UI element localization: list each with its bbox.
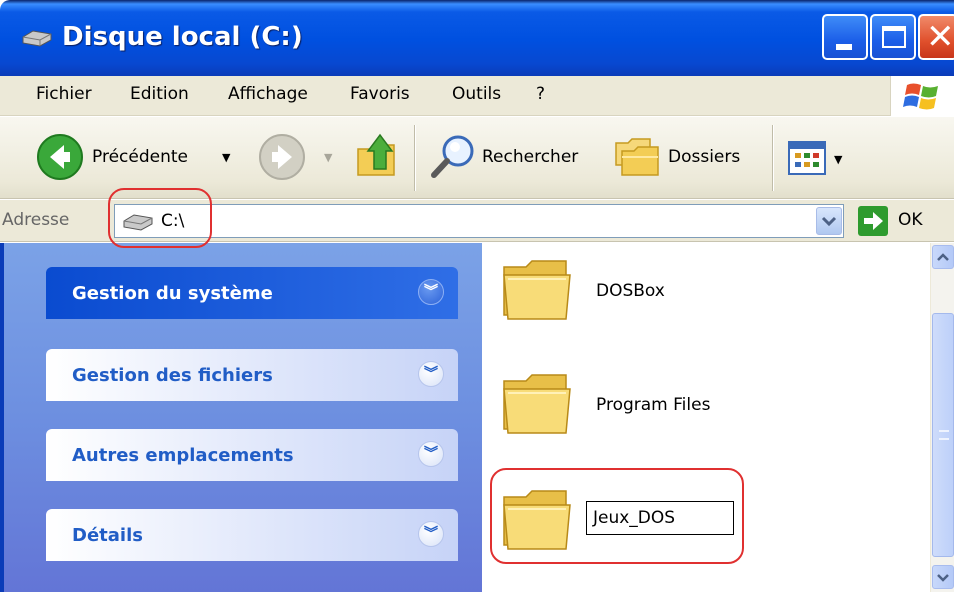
title-bar: Disque local (C:) ✕	[0, 0, 954, 76]
toolbar-separator	[772, 125, 774, 191]
group-gestion-systeme[interactable]: Gestion du système ︾	[46, 267, 458, 319]
maximize-icon	[882, 26, 906, 48]
folder-icon	[503, 374, 571, 434]
group-title: Autres emplacements	[72, 445, 294, 466]
group-title: Gestion des fichiers	[72, 365, 273, 386]
back-button[interactable]: Précédente	[36, 131, 244, 183]
search-button[interactable]: Rechercher	[428, 129, 598, 185]
toolbar: Précédente ▼ ▼ Rechercher Dossiers ▼	[0, 117, 954, 199]
new-folder-highlight	[490, 468, 744, 564]
address-input[interactable]: C:\	[114, 204, 844, 238]
menu-fichier[interactable]: Fichier	[36, 84, 92, 104]
folder-label: DOSBox	[596, 281, 665, 301]
scroll-down-button[interactable]	[932, 565, 954, 589]
vertical-scrollbar[interactable]	[930, 243, 954, 592]
views-icon[interactable]	[788, 141, 826, 175]
search-magnifier-icon	[431, 135, 474, 178]
chevron-down-icon	[821, 216, 837, 227]
toolbar-separator	[414, 125, 416, 191]
chevron-down-icon[interactable]: ︾	[418, 521, 444, 547]
folders-icon	[615, 138, 659, 176]
group-title: Détails	[72, 525, 143, 546]
minimize-icon	[836, 44, 852, 50]
address-highlight	[108, 188, 212, 248]
menu-favoris[interactable]: Favoris	[350, 84, 410, 104]
maximize-button[interactable]	[870, 14, 916, 60]
back-dropdown-icon[interactable]: ▼	[222, 151, 230, 164]
menu-bar: Fichier Edition Affichage Favoris Outils…	[0, 76, 954, 116]
chevron-down-icon[interactable]: ︾	[418, 279, 444, 305]
group-title: Gestion du système	[72, 283, 273, 304]
back-arrow-icon	[37, 134, 83, 180]
scroll-up-button[interactable]	[932, 245, 954, 269]
go-label[interactable]: OK	[898, 210, 923, 230]
chevron-up-icon	[937, 253, 949, 261]
window-title: Disque local (C:)	[62, 22, 303, 52]
folders-label: Dossiers	[668, 147, 741, 167]
close-icon: ✕	[926, 17, 954, 57]
chevron-down-icon	[937, 574, 949, 582]
forward-dropdown-icon[interactable]: ▼	[324, 151, 332, 164]
views-dropdown-icon[interactable]: ▼	[834, 153, 842, 166]
windows-flag-icon	[903, 83, 938, 110]
menu-edition[interactable]: Edition	[130, 84, 189, 104]
task-pane: Gestion du système ︾ Gestion des fichier…	[0, 243, 482, 592]
forward-arrow-icon[interactable]	[258, 133, 306, 181]
go-button[interactable]	[858, 206, 888, 236]
menu-help[interactable]: ?	[536, 84, 545, 104]
group-autres-emplacements[interactable]: Autres emplacements ︾	[46, 429, 458, 481]
scroll-thumb[interactable]	[932, 313, 954, 557]
scroll-grip-icon	[939, 430, 949, 440]
minimize-button[interactable]	[822, 14, 868, 60]
hard-drive-icon	[22, 30, 52, 47]
go-arrow-icon	[864, 212, 883, 230]
address-label: Adresse	[2, 210, 70, 230]
windows-logo	[890, 76, 954, 116]
search-label: Rechercher	[482, 147, 579, 167]
folder-icon	[503, 260, 571, 320]
list-item-dosbox[interactable]: DOSBox	[482, 243, 922, 353]
chevron-down-icon[interactable]: ︾	[418, 361, 444, 387]
chevron-down-icon[interactable]: ︾	[418, 441, 444, 467]
group-details[interactable]: Détails ︾	[46, 509, 458, 561]
list-item-program-files[interactable]: Program Files	[482, 357, 922, 467]
close-button[interactable]: ✕	[918, 14, 954, 60]
menu-outils[interactable]: Outils	[452, 84, 501, 104]
folders-button[interactable]: Dossiers	[612, 129, 762, 185]
group-gestion-fichiers[interactable]: Gestion des fichiers ︾	[46, 349, 458, 401]
back-label: Précédente	[92, 147, 188, 167]
menu-affichage[interactable]: Affichage	[228, 84, 308, 104]
up-folder-icon[interactable]	[354, 129, 402, 179]
folder-label: Program Files	[596, 395, 711, 415]
address-dropdown-button[interactable]	[816, 207, 842, 235]
